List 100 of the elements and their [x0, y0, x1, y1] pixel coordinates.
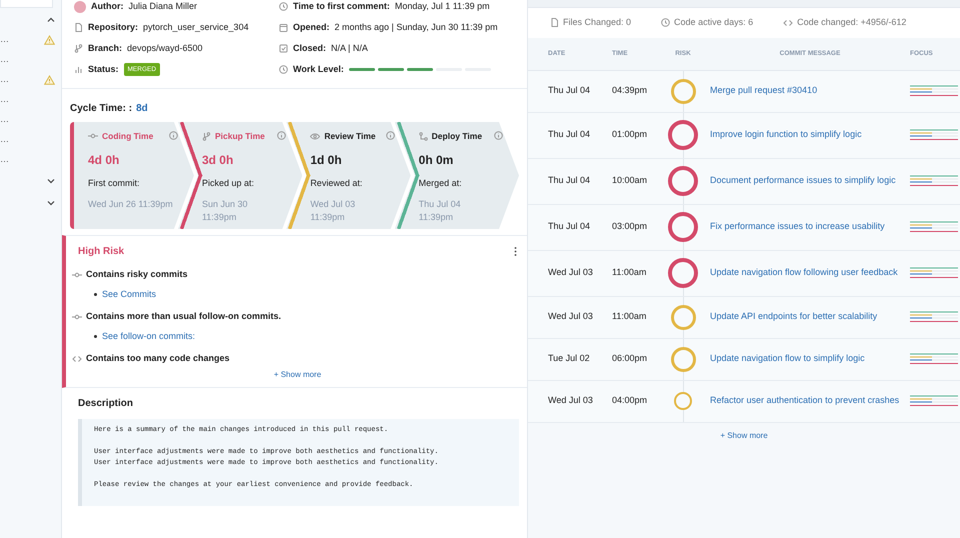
clock-icon — [661, 18, 670, 28]
code-icon — [783, 18, 794, 27]
info-icon — [277, 131, 286, 140]
stage-title: Coding Time — [102, 130, 154, 143]
field-label: Time to first comment: — [293, 0, 390, 13]
commit-message-link[interactable]: Document performance issues to simplify logic — [710, 175, 896, 186]
field-value: Monday, Jul 1 11:39 pm — [394, 0, 490, 13]
stage-date: Sun Jun 30 11:39pm — [202, 198, 249, 224]
time-cell: 11:00am — [612, 267, 646, 278]
stage-caption: Picked up at: — [202, 176, 255, 190]
time-cell: 11:00am — [612, 311, 646, 322]
chevron-down-icon[interactable] — [47, 200, 55, 206]
chevron-down-icon[interactable] — [47, 178, 55, 184]
date-cell: Wed Jul 03 — [548, 395, 593, 406]
description-title: Description — [78, 396, 134, 410]
field-value: N/A | N/A — [331, 42, 368, 55]
field-label: Author: — [91, 0, 124, 13]
commit-icon — [72, 272, 82, 278]
risk-reason: Contains risky commits — [86, 268, 188, 281]
branch-icon — [202, 132, 211, 141]
time-cell: 06:00pm — [612, 353, 648, 364]
stage-caption: First commit: — [88, 176, 140, 190]
show-more-link[interactable]: + Show more — [274, 370, 322, 378]
date-cell: Thu Jul 04 — [548, 175, 590, 186]
see-commits-link[interactable]: See follow-on commits: — [102, 330, 196, 343]
time-cell: 10:00am — [612, 175, 648, 186]
flow-icon — [418, 132, 428, 141]
date-cell: Thu Jul 04 — [548, 221, 590, 232]
clock-icon — [279, 65, 288, 74]
stage-caption: Merged at: — [418, 176, 463, 190]
avatar — [74, 0, 86, 12]
bullet-icon — [94, 334, 97, 338]
commit-message-link[interactable]: Fix performance issues to increase usability — [710, 221, 885, 232]
field-label: Closed: — [293, 42, 326, 55]
cycle-time-value: 8d — [136, 102, 148, 116]
kebab-menu-icon[interactable] — [514, 247, 517, 256]
cycle-time-label: Cycle Time: : — [70, 102, 132, 116]
stage-date: Wed Jun 26 11:39pm — [88, 198, 174, 211]
document-icon — [74, 23, 83, 32]
field-value: pytorch_user_service_304 — [143, 20, 249, 34]
stage-title: Pickup Time — [214, 130, 265, 143]
time-cell: 04:39pm — [612, 85, 648, 96]
commit-message-link[interactable]: Update navigation flow following user feedback — [710, 267, 898, 278]
clock-icon — [279, 2, 288, 11]
field-label: Opened: — [293, 20, 330, 34]
sidebar-item[interactable]: … — [0, 33, 9, 47]
checkbox-icon — [279, 44, 288, 53]
commit-message-link[interactable]: Update navigation flow to simplify logic — [710, 353, 865, 364]
field-value: 2 months ago | Sunday, Jun 30 11:39 pm — [334, 20, 498, 34]
info-icon — [168, 131, 178, 140]
sidebar-item[interactable]: … — [0, 53, 9, 67]
commit-message-link[interactable]: Refactor user authentication to prevent crashes — [710, 395, 900, 406]
input-field[interactable] — [0, 0, 53, 8]
stage-title: Deploy Time — [432, 130, 482, 143]
stage-duration: 0h 0m — [418, 152, 454, 169]
eye-icon — [310, 132, 320, 140]
info-icon — [494, 131, 503, 140]
time-cell: 04:00pm — [612, 395, 648, 406]
branch-icon — [74, 44, 83, 53]
commit-message-link[interactable]: Merge pull request #30410 — [710, 85, 818, 96]
date-cell: Thu Jul 04 — [548, 85, 590, 96]
sidebar-item[interactable]: … — [0, 113, 9, 127]
time-cell: 03:00pm — [612, 221, 648, 232]
stage-title: Review Time — [324, 130, 376, 143]
document-icon — [550, 18, 559, 28]
field-value: Julia Diana Miller — [128, 0, 198, 13]
see-commits-link[interactable]: See Commits — [102, 288, 156, 301]
commit-icon — [72, 314, 82, 320]
code-icon — [72, 354, 82, 363]
stage-date: Wed Jul 03 11:39pm — [310, 198, 356, 224]
risk-title: High Risk — [78, 245, 124, 259]
field-value: devops/wayd-6500 — [127, 42, 203, 55]
field-label: Branch: — [88, 42, 122, 55]
stage-duration: 4d 0h — [88, 152, 120, 169]
stage-caption: Reviewed at: — [310, 176, 364, 190]
stat-label: Files Changed: 0 — [563, 16, 632, 29]
sidebar-item[interactable]: … — [0, 93, 9, 107]
commit-message-link[interactable]: Improve login function to simplify logic — [710, 129, 862, 140]
date-cell: Tue Jul 02 — [548, 353, 590, 364]
date-cell: Wed Jul 03 — [548, 311, 593, 322]
field-label: Repository: — [88, 20, 138, 34]
stage-date: Thu Jul 04 11:39pm — [418, 198, 462, 224]
date-cell: Thu Jul 04 — [548, 129, 590, 140]
bar-chart-icon — [74, 65, 83, 74]
commit-message-link[interactable]: Update API endpoints for better scalability — [710, 311, 878, 322]
calendar-icon — [279, 23, 288, 32]
field-label: Work Level: — [293, 62, 344, 76]
chevron-up-icon[interactable] — [47, 16, 55, 22]
stat-label: Code changed: +4956/-612 — [797, 16, 906, 29]
risk-reason: Contains more than usual follow-on commits. — [86, 310, 282, 323]
sidebar-item[interactable]: … — [0, 73, 9, 87]
time-cell: 01:00pm — [612, 129, 648, 140]
show-more-link[interactable]: + Show more — [720, 430, 768, 440]
stage-duration: 1d 0h — [310, 152, 343, 169]
commit-icon — [88, 133, 98, 140]
sidebar-item[interactable]: … — [0, 133, 9, 147]
stat-label: Code active days: 6 — [674, 16, 754, 29]
field-label: Status: — [88, 62, 119, 76]
risk-reason: Contains too many code changes — [86, 352, 230, 365]
sidebar-item[interactable]: … — [0, 153, 9, 167]
